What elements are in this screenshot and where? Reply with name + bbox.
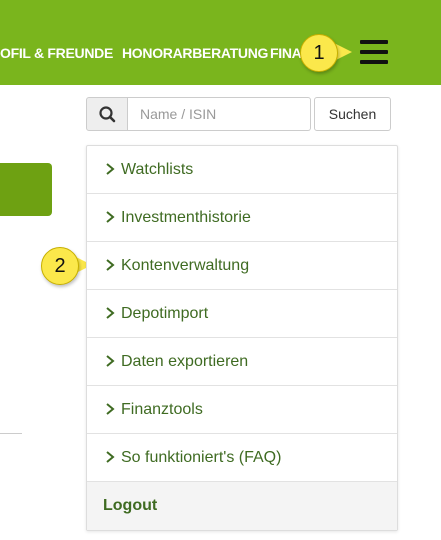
top-navigation-bar: OFIL & FREUNDE HONORARBERATUNG FINANZ (0, 0, 441, 85)
menu-item-label: Watchlists (121, 161, 194, 178)
chevron-right-icon (106, 403, 115, 415)
chevron-right-icon (106, 307, 115, 319)
divider-line (0, 433, 22, 434)
menu-item-label: Investmenthistorie (121, 209, 251, 226)
nav-link-honorarberatung[interactable]: HONORARBERATUNG (122, 45, 268, 61)
chevron-right-icon (106, 163, 115, 175)
search-input[interactable] (128, 97, 311, 131)
callout-number-one: 1 (300, 34, 338, 72)
menu-item-investmenthistorie[interactable]: Investmenthistorie (87, 194, 397, 242)
menu-item-finanztools[interactable]: Finanztools (87, 386, 397, 434)
menu-item-label: Finanztools (121, 401, 203, 418)
nav-link-profil-freunde[interactable]: OFIL & FREUNDE (0, 45, 113, 61)
logout-button[interactable]: Logout (87, 482, 397, 530)
menu-item-label: Daten exportieren (121, 353, 249, 370)
callout-number-two: 2 (41, 247, 79, 285)
hamburger-menu-icon[interactable] (360, 38, 388, 66)
menu-item-label: So funktioniert's (FAQ) (121, 449, 282, 466)
menu-item-kontenverwaltung[interactable]: Kontenverwaltung (87, 242, 397, 290)
chevron-right-icon (106, 259, 115, 271)
menu-item-label: Kontenverwaltung (121, 257, 250, 274)
menu-item-watchlists[interactable]: Watchlists (87, 146, 397, 194)
logout-label: Logout (103, 497, 158, 514)
chevron-right-icon (106, 451, 115, 463)
chevron-right-icon (106, 211, 115, 223)
search-button[interactable]: Suchen (314, 97, 391, 131)
menu-item-label: Depotimport (121, 305, 209, 322)
menu-item-faq[interactable]: So funktioniert's (FAQ) (87, 434, 397, 482)
user-dropdown-menu: Watchlists Investmenthistorie Kontenverw… (86, 145, 398, 531)
menu-item-depotimport[interactable]: Depotimport (87, 290, 397, 338)
green-action-block[interactable] (0, 163, 52, 216)
nav-link-finanz[interactable]: FINANZ (270, 45, 302, 61)
menu-item-daten-exportieren[interactable]: Daten exportieren (87, 338, 397, 386)
search-icon[interactable] (86, 97, 128, 131)
chevron-right-icon (106, 355, 115, 367)
